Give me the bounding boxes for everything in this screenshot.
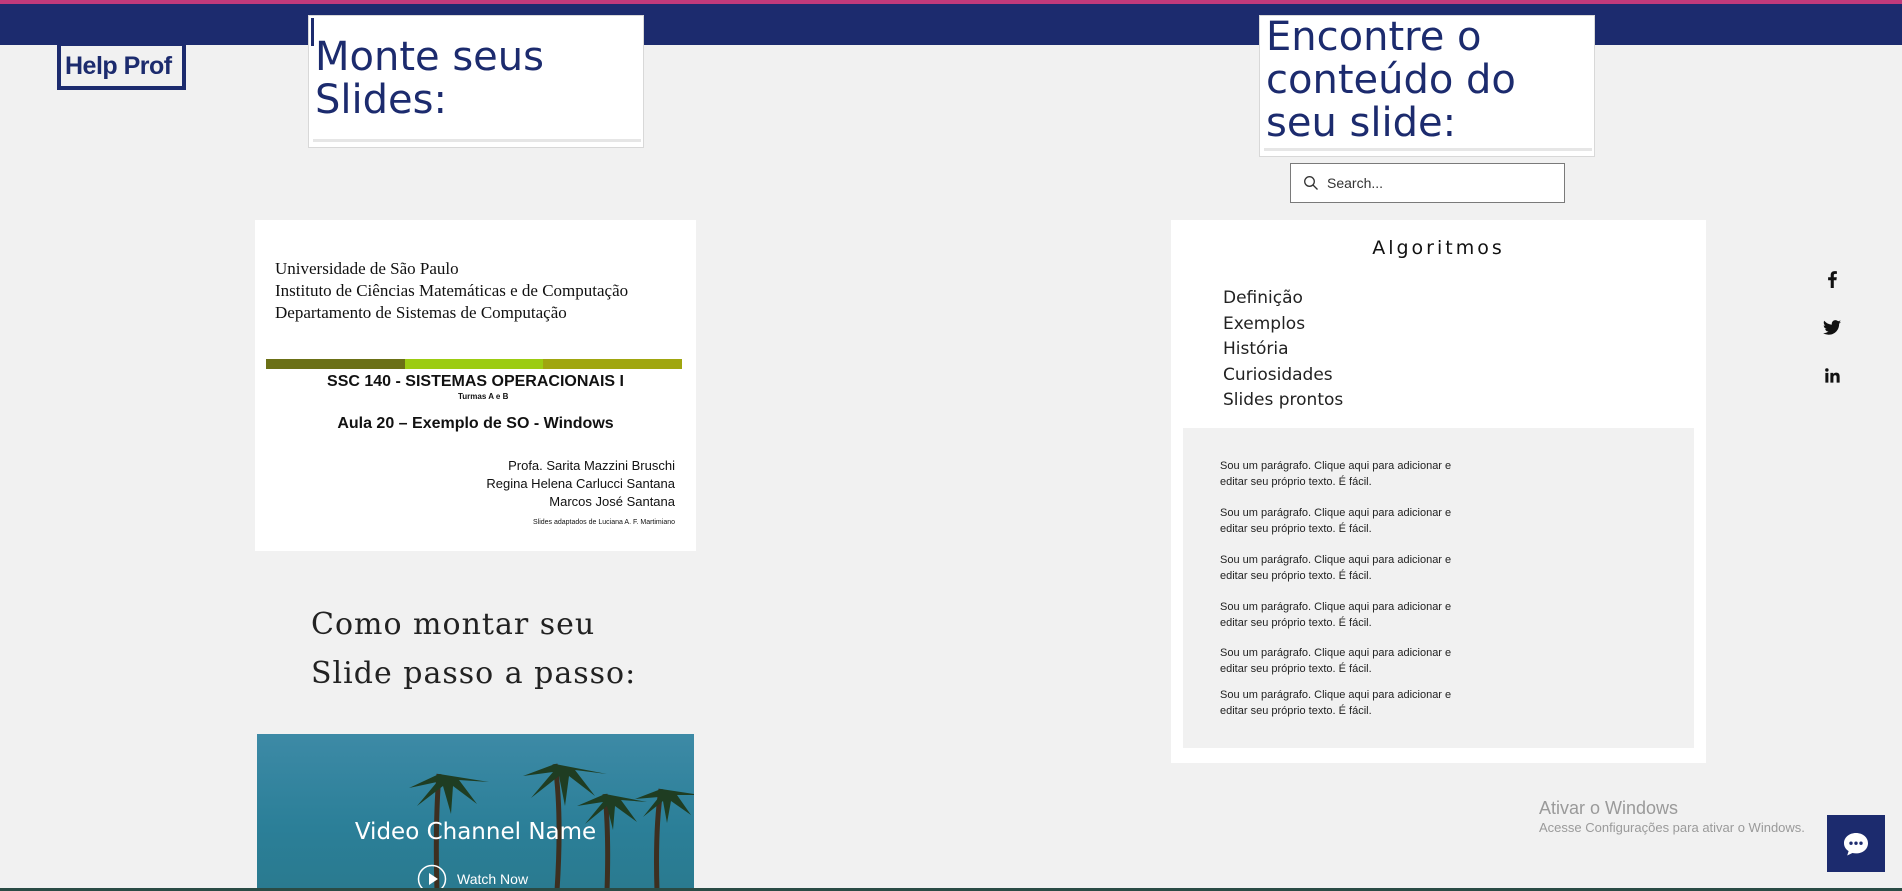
algoritmos-panel: Algoritmos Definição Exemplos História C… [1171, 220, 1706, 763]
twitter-link[interactable] [1822, 317, 1842, 337]
encontre-conteudo-title: Encontre o conteúdo do seu slide: [1259, 15, 1595, 157]
slide-adapted-note: Slides adaptados de Luciana A. F. Martim… [532, 519, 675, 526]
algoritmos-menu: Definição Exemplos História Curiosidades… [1223, 286, 1343, 414]
slide-lecture-title: Aula 20 – Exemplo de SO - Windows [337, 415, 614, 432]
menu-item-historia[interactable]: História [1223, 337, 1343, 363]
paragraph-text: Sou um parágrafo. Clique aqui para adici… [1220, 689, 1452, 717]
slide-institution: Universidade de São Paulo Instituto de C… [275, 258, 628, 324]
site-logo[interactable]: Help Prof [57, 42, 186, 90]
paragraph-text: Sou um parágrafo. Clique aqui para adici… [1220, 554, 1452, 582]
slide-institution-line: Instituto de Ciências Matemáticas e de C… [275, 281, 629, 300]
watch-now-button[interactable]: Watch Now [417, 864, 528, 891]
search-icon [1304, 176, 1318, 190]
howto-heading: Como montar seu Slide passo a passo: [311, 600, 641, 698]
slide-institution-line: Universidade de São Paulo [275, 259, 459, 278]
paragraph-text: Sou um parágrafo. Clique aqui para adici… [1220, 460, 1452, 488]
slide-author: Profa. Sarita Mazzini Bruschi [508, 458, 675, 473]
chat-button[interactable] [1827, 815, 1885, 872]
slide-color-bar [266, 359, 683, 369]
slide-preview[interactable]: Universidade de São Paulo Instituto de C… [255, 220, 696, 551]
slide-authors: Profa. Sarita Mazzini Bruschi Regina Hel… [486, 457, 675, 511]
facebook-icon [1828, 271, 1837, 288]
algoritmos-title: Algoritmos [1372, 237, 1505, 259]
facebook-link[interactable] [1822, 269, 1842, 289]
monte-slides-title: Monte seus Slides: [308, 15, 644, 148]
paragraph-text: Sou um parágrafo. Clique aqui para adici… [1220, 507, 1452, 535]
howto-heading-line: Como montar seu [311, 607, 596, 642]
linkedin-icon [1824, 367, 1840, 383]
chat-icon [1844, 832, 1868, 855]
windows-activation-subtitle: Acesse Configurações para ativar o Windo… [1539, 820, 1805, 835]
linkedin-link[interactable] [1822, 365, 1842, 385]
slide-color-bar-segment [404, 359, 544, 369]
watch-now-label: Watch Now [457, 871, 529, 887]
search-box[interactable] [1290, 163, 1565, 203]
header-band [0, 4, 1902, 45]
video-player[interactable]: Video Channel Name Watch Now [257, 734, 694, 891]
paragraphs-box: Sou um parágrafo. Clique aqui para adici… [1183, 428, 1694, 748]
slide-color-bar-segment [266, 359, 405, 369]
slide-author: Marcos José Santana [549, 494, 675, 509]
search-input[interactable] [1327, 175, 1547, 191]
twitter-icon [1823, 319, 1841, 335]
menu-item-definicao[interactable]: Definição [1223, 286, 1343, 312]
video-channel-name: Video Channel Name [354, 819, 597, 845]
title-underline [1264, 148, 1592, 151]
encontre-conteudo-title-text: Encontre o conteúdo do seu slide: [1266, 14, 1516, 146]
slide-institution-line: Departamento de Sistemas de Computação [275, 303, 567, 322]
text-cursor [311, 18, 314, 46]
windows-activation-title: Ativar o Windows [1539, 798, 1679, 818]
monte-slides-title-text: Monte seus Slides: [315, 34, 544, 123]
menu-item-curiosidades[interactable]: Curiosidades [1223, 363, 1343, 389]
title-underline [313, 139, 641, 142]
paragraph-text: Sou um parágrafo. Clique aqui para adici… [1220, 647, 1452, 675]
slide-author: Regina Helena Carlucci Santana [486, 476, 675, 491]
menu-item-exemplos[interactable]: Exemplos [1223, 312, 1343, 338]
slide-color-bar-segment [543, 359, 683, 369]
menu-item-slides-prontos[interactable]: Slides prontos [1223, 388, 1343, 414]
windows-activation-watermark: Ativar o Windows Acesse Configurações pa… [1539, 797, 1805, 837]
paragraph-text: Sou um parágrafo. Clique aqui para adici… [1220, 601, 1452, 629]
slide-turmas: Turmas A e B [458, 392, 509, 401]
slide-course-title: SSC 140 - SISTEMAS OPERACIONAIS I [327, 373, 624, 390]
howto-heading-line: Slide passo a passo: [311, 656, 637, 691]
play-icon [417, 864, 447, 891]
